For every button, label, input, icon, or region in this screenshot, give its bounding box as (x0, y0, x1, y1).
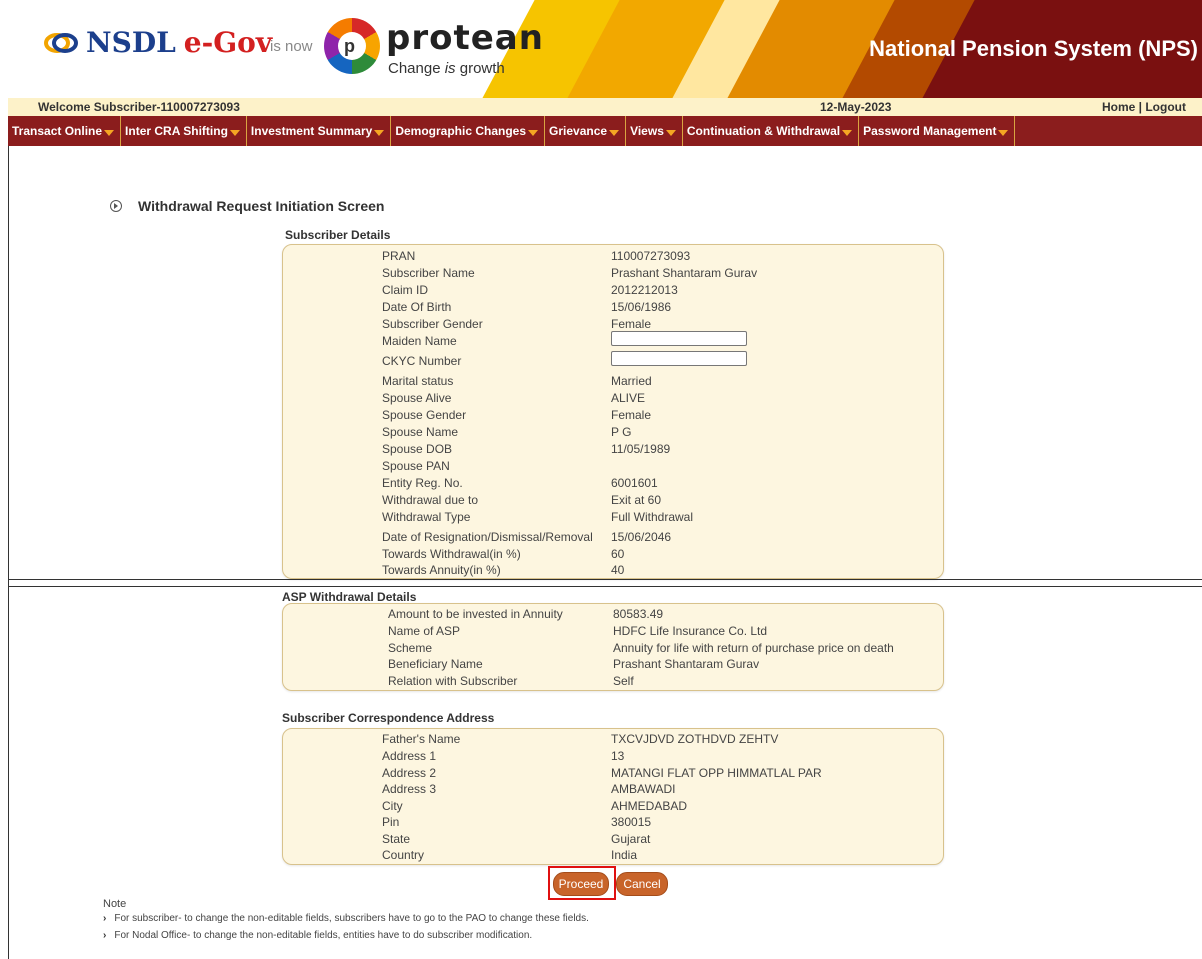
menu-password-management[interactable]: Password Management (859, 116, 1016, 146)
menu-continuation-withdrawal[interactable]: Continuation & Withdrawal (683, 116, 860, 146)
ckyc-number-input[interactable] (611, 351, 747, 366)
frame-border (8, 146, 9, 959)
asp-details-title: ASP Withdrawal Details (282, 590, 417, 604)
main-menu: Transact Online Inter CRA Shifting Inves… (8, 116, 1202, 146)
current-date: 12-May-2023 (820, 100, 892, 114)
is-now-text: is now (270, 38, 313, 55)
protean-brand: protean (386, 18, 544, 58)
section-divider (8, 579, 1202, 580)
note-item: › For subscriber- to change the non-edita… (103, 913, 589, 924)
chevron-down-icon (665, 130, 676, 136)
chevron-down-icon (229, 130, 240, 136)
chevron-right-icon: › (103, 913, 107, 924)
page-title: Withdrawal Request Initiation Screen (110, 198, 384, 214)
nsdl-egov-logo: NSDL e-Gov (44, 26, 272, 59)
subscriber-details-panel: PRAN 110007273093 Subscriber Name Prashant… (282, 244, 944, 579)
nps-title: National Pension System (NPS) (869, 36, 1198, 61)
chevron-down-icon (998, 130, 1009, 136)
welcome-bar: Welcome Subscriber-110007273093 12-May-2… (8, 98, 1202, 116)
protean-logo-icon: p (324, 18, 380, 74)
tagline: Change is growth (388, 60, 505, 77)
menu-investment-summary[interactable]: Investment Summary (247, 116, 392, 146)
address-title: Subscriber Correspondence Address (282, 711, 495, 725)
menu-inter-cra-shifting[interactable]: Inter CRA Shifting (121, 116, 247, 146)
chevron-down-icon (842, 130, 853, 136)
nsdl-logo-icon (44, 32, 78, 53)
chevron-down-icon (609, 130, 620, 136)
welcome-user: Welcome Subscriber-110007273093 (38, 100, 240, 114)
home-link[interactable]: Home (1102, 100, 1135, 114)
cancel-button[interactable]: Cancel (616, 872, 668, 896)
menu-demographic-changes[interactable]: Demographic Changes (391, 116, 546, 146)
logout-link[interactable]: Logout (1145, 100, 1186, 114)
chevron-down-icon (528, 130, 539, 136)
section-divider (8, 586, 1202, 587)
proceed-button[interactable]: Proceed (553, 872, 609, 896)
chevron-down-icon (104, 130, 115, 136)
header-banner: NSDL e-Gov is now p protean Change is gr… (8, 0, 1202, 98)
address-panel: Father's Name TXCVJDVD ZOTHDVD ZEHTV Addr… (282, 728, 944, 865)
asp-details-panel: Amount to be invested in Annuity 80583.49… (282, 603, 944, 691)
maiden-name-input[interactable] (611, 331, 747, 346)
chevron-right-icon: › (103, 930, 107, 941)
nsdl-text: NSDL (86, 26, 176, 59)
menu-views[interactable]: Views (626, 116, 683, 146)
note-title: Note (103, 898, 127, 910)
note-item: › For Nodal Office- to change the non-edi… (103, 930, 533, 941)
menu-transact-online[interactable]: Transact Online (8, 116, 122, 146)
menu-grievance[interactable]: Grievance (545, 116, 627, 146)
egov-text: e-Gov (183, 26, 273, 59)
top-links: Home | Logout (1101, 100, 1186, 114)
subscriber-details-title: Subscriber Details (285, 228, 391, 242)
chevron-down-icon (374, 130, 385, 136)
arrow-circle-icon (110, 200, 122, 212)
